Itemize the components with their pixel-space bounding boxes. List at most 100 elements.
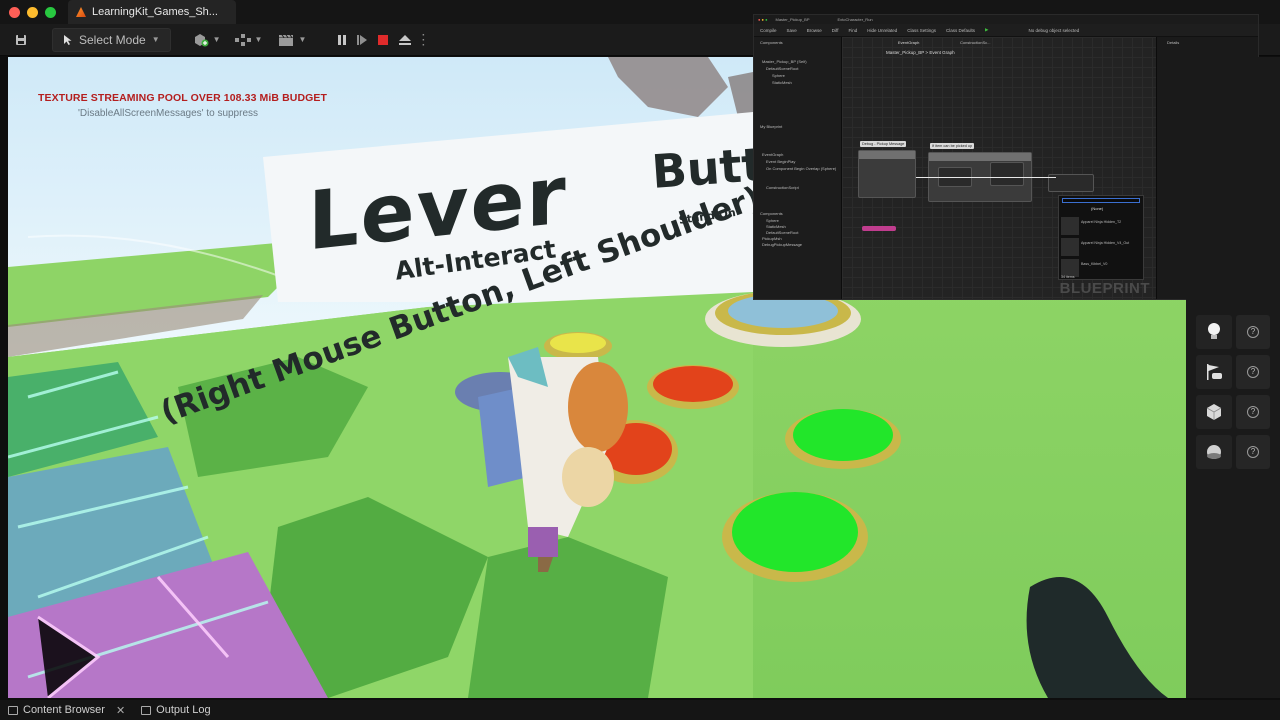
- variables-components[interactable]: Components: [760, 211, 783, 216]
- components-header: Components: [760, 40, 783, 45]
- bp-traffic: ● ● ●: [758, 17, 768, 22]
- question-icon: ?: [1247, 406, 1259, 418]
- bp-play-icon[interactable]: ▶: [985, 27, 988, 33]
- add-actor-icon: [194, 33, 209, 46]
- eject-button[interactable]: [394, 28, 416, 52]
- chevron-down-icon: ▼: [298, 35, 307, 44]
- asset-search-input[interactable]: [1062, 198, 1140, 203]
- place-item-light[interactable]: ?: [1196, 315, 1272, 349]
- eject-icon: [399, 34, 412, 45]
- bp-tool-compile[interactable]: Compile: [760, 28, 777, 33]
- window-controls: [9, 6, 56, 18]
- step-forward-button[interactable]: [352, 28, 372, 52]
- bp-tool-class-settings[interactable]: Class Settings: [907, 28, 936, 33]
- blueprint-menu-button[interactable]: ▼: [234, 28, 263, 52]
- blueprint-watermark: BLUEPRINT: [1059, 280, 1150, 297]
- variable-root[interactable]: DefaultSceneRoot: [766, 230, 798, 235]
- component-mesh[interactable]: StaticMesh: [772, 80, 792, 85]
- node-header: [929, 153, 1031, 161]
- bp-asset-tab[interactable]: Master_Pickup_BP: [776, 17, 810, 22]
- construction-tab[interactable]: ConstructionSc...: [960, 40, 990, 45]
- question-icon: ?: [1247, 326, 1259, 338]
- graph-tab[interactable]: EventGraph: [898, 40, 919, 45]
- variable-debug-message[interactable]: DebugPickupMessage: [762, 242, 802, 247]
- asset-item-1[interactable]: Apparel Ninja Hidden_T2: [1081, 220, 1121, 224]
- bp-wire: [916, 177, 1056, 178]
- save-button[interactable]: [12, 28, 30, 52]
- level-tab[interactable]: LearningKit_Games_Sh...: [68, 0, 236, 24]
- comment-debug-pickup[interactable]: Debug - Pickup Message: [860, 141, 907, 147]
- asset-thumbnail: [1061, 217, 1079, 235]
- help-button[interactable]: ?: [1236, 315, 1270, 349]
- content-browser-tab[interactable]: Content Browser ✕: [8, 704, 125, 717]
- question-icon: ?: [1247, 366, 1259, 378]
- bp-tool-find[interactable]: Find: [848, 28, 857, 33]
- component-sphere[interactable]: Sphere: [772, 73, 785, 78]
- place-item-cube[interactable]: ?: [1196, 395, 1272, 429]
- blueprint-toolbar: Compile Save Browse Diff Find Hide Unrel…: [754, 24, 1258, 37]
- asset-picker-dropdown[interactable]: (None) Apparel Ninja Hidden_T2 Apparel N…: [1058, 195, 1144, 280]
- function-construction[interactable]: ConstructionScript: [766, 185, 799, 190]
- graph-eventgraph[interactable]: EventGraph: [762, 152, 783, 157]
- bp-debug-filter[interactable]: No debug object selected: [1029, 28, 1080, 33]
- chevron-down-icon: ▼: [212, 35, 221, 44]
- select-mode-label: Select Mode: [79, 32, 146, 47]
- stop-button[interactable]: [372, 28, 394, 52]
- component-self[interactable]: Master_Pickup_BP (Self): [762, 59, 807, 64]
- my-blueprint-header: My Blueprint: [760, 124, 783, 129]
- bp-tool-hide-unrelated[interactable]: Hide Unrelated: [867, 28, 897, 33]
- cube-icon: [1196, 395, 1232, 429]
- variable-sphere[interactable]: Sphere: [766, 218, 779, 223]
- graph-beginplay[interactable]: Event BeginPlay: [766, 159, 795, 164]
- bp-tool-save[interactable]: Save: [787, 28, 797, 33]
- place-item-player-start[interactable]: ?: [1196, 355, 1272, 389]
- set-node[interactable]: [990, 162, 1024, 186]
- asset-item-2[interactable]: Apparel Ninja Hidden_V4_Out: [1081, 241, 1129, 245]
- texture-streaming-warning: TEXTURE STREAMING POOL OVER 108.33 MiB B…: [38, 92, 328, 104]
- bp-tool-browse[interactable]: Browse: [807, 28, 822, 33]
- cursor-icon: [64, 34, 72, 45]
- help-button[interactable]: ?: [1236, 395, 1270, 429]
- asset-item-3[interactable]: Bass_Kibbel_V0: [1081, 262, 1107, 266]
- question-icon: ?: [1247, 446, 1259, 458]
- comment-can-pickup[interactable]: If item can be picked up: [930, 143, 975, 149]
- bp-tool-class-defaults[interactable]: Class Defaults: [946, 28, 975, 33]
- cinematics-button[interactable]: ▼: [278, 28, 306, 52]
- help-button[interactable]: ?: [1236, 435, 1270, 469]
- chevron-down-icon: ▼: [151, 35, 160, 44]
- minimize-window-button[interactable]: [27, 6, 38, 18]
- blueprint-left-panel: Components Master_Pickup_BP (Self) Defau…: [754, 37, 842, 299]
- folder-icon: [8, 705, 18, 715]
- variable-mesh[interactable]: StaticMesh: [766, 224, 786, 229]
- output-log-tab[interactable]: Output Log: [141, 704, 211, 716]
- chevron-down-icon: ▼: [254, 35, 263, 44]
- bp-tool-diff[interactable]: Diff: [832, 28, 839, 33]
- asset-none-option[interactable]: (None): [1091, 206, 1103, 211]
- lightbulb-icon: [1196, 315, 1232, 349]
- component-root[interactable]: DefaultSceneRoot: [766, 66, 798, 71]
- step-forward-icon: [357, 34, 368, 45]
- bottom-bar: Content Browser ✕ Output Log: [0, 700, 1280, 720]
- play-options-menu[interactable]: ⋮: [416, 28, 430, 52]
- log-icon: [141, 705, 152, 715]
- bp-second-tab[interactable]: ExtoCharacter_Run: [838, 17, 873, 22]
- close-icon[interactable]: ✕: [116, 704, 125, 717]
- place-actors-panel: ? ? ? ?: [1186, 57, 1280, 698]
- place-item-sphere[interactable]: ?: [1196, 435, 1272, 469]
- variable-pickup[interactable]: PickupMsh: [762, 236, 782, 241]
- maximize-window-button[interactable]: [45, 6, 56, 18]
- close-window-button[interactable]: [9, 6, 20, 18]
- blueprint-editor-window[interactable]: ● ● ● Master_Pickup_BP ExtoCharacter_Run…: [753, 14, 1259, 300]
- print-string-node[interactable]: [858, 150, 916, 198]
- help-button[interactable]: ?: [1236, 355, 1270, 389]
- select-mode-dropdown[interactable]: Select Mode ▼: [52, 27, 171, 52]
- blueprint-titlebar: ● ● ● Master_Pickup_BP ExtoCharacter_Run: [754, 15, 1258, 24]
- pause-button[interactable]: [332, 28, 352, 52]
- bp-pink-node[interactable]: [862, 226, 896, 231]
- level-icon: [76, 7, 86, 17]
- node-header: [859, 151, 915, 159]
- graph-overlap[interactable]: On Component Begin Overlap (Sphere): [766, 166, 836, 171]
- level-tab-label: LearningKit_Games_Sh...: [92, 6, 218, 18]
- details-tab[interactable]: Details: [1167, 40, 1179, 45]
- add-actor-button[interactable]: ▼: [193, 28, 221, 52]
